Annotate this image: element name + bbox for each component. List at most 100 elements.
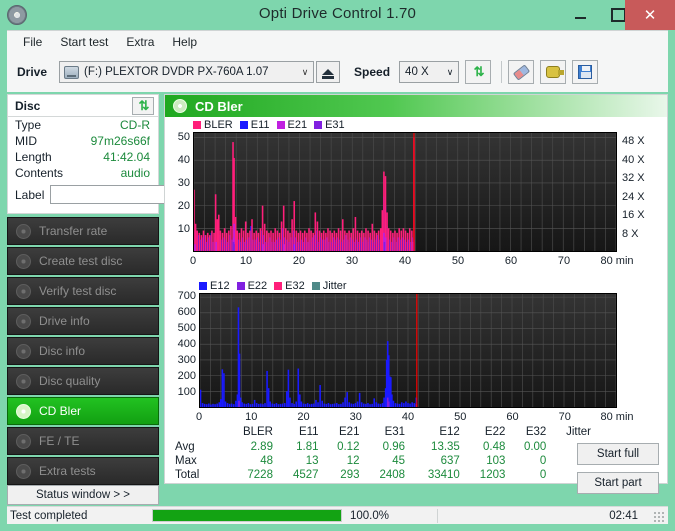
stats-table: BLER E11 E21 E31 E12 E22 E32 Jitter Avg … [167,425,597,482]
legend-entry-jitter: Jitter [311,280,347,292]
menu-item-help[interactable]: Help [163,33,206,51]
stats-col-e22: E22 [484,426,506,438]
drive-select[interactable]: (F:) PLEXTOR DVDR PX-760A 1.07 ∨ [59,61,315,83]
progress-percent: 100.0% [350,509,390,522]
right-axis-tick-label: 40 X [622,153,645,166]
erase-disc-button[interactable] [508,60,535,84]
sidebar-item-disc-quality[interactable]: Disc quality [7,367,159,395]
disc-label-key: Label [15,187,45,202]
speed-select-value: 40 X [405,66,429,78]
refresh-button[interactable]: ⇅ [465,60,492,84]
legend-label: Jitter [322,280,347,292]
legend-swatch-icon [314,121,323,129]
menu-item-file[interactable]: File [14,33,51,51]
chart-e12-plot-area: 100 200 300 400 500 600 700 0 10 20 30 40 50 60 70 80 m… [178,290,634,423]
x-tick-label: 80 min [600,255,634,267]
legend-entry-e21: E21 [276,119,307,131]
chart-bler-plot-area: 10 20 30 40 50 0 10 20 30 40 50 60 70 80 min 8 X 16 X 24… [178,131,645,267]
disc-row-type: Type CD-R [8,117,158,133]
y-tick-label: 300 [177,354,196,367]
stats-max-e12: 637 [440,455,460,467]
title-bar: Opti Drive Control 1.70 ✕ [0,0,675,30]
stats-max-e11: 13 [305,455,319,467]
menu-item-start-test[interactable]: Start test [51,33,117,51]
y-tick-label: 100 [177,386,196,399]
sidebar-item-transfer-rate[interactable]: Transfer rate [7,217,159,245]
legend-label: E31 [325,119,345,131]
y-tick-label: 500 [177,322,196,335]
drive-select-value: (F:) PLEXTOR DVDR PX-760A 1.07 [84,66,269,78]
start-part-button[interactable]: Start part [577,472,659,494]
table-row: Avg 2.89 1.81 0.12 0.96 13.35 0.48 0.00 … [167,440,597,454]
main-panel-header: CD Bler [165,95,667,117]
stats-total-e21: 293 [340,469,360,481]
stats-max-bler: 48 [260,455,273,467]
legend-swatch-icon [193,121,201,129]
y-tick-label: 200 [177,370,196,383]
status-window-button[interactable]: Status window > > [7,485,159,505]
legend-swatch-icon [276,121,285,129]
speed-select[interactable]: 40 X ∨ [399,61,460,83]
disc-icon [16,463,31,479]
legend-label: E12 [210,280,230,292]
sidebar-item-fe-te[interactable]: FE / TE [7,427,159,455]
disc-icon [16,373,31,389]
stats-total-e31: 2408 [379,469,406,481]
y-tick-label: 700 [177,290,196,303]
y-tick-label: 20 [177,199,190,212]
main-panel: CD Bler BLER E11 E21 E31 10 20 30 40 50 0 10 20 30 4… [164,94,668,494]
right-axis-tick-label: 48 X [622,135,645,148]
settings-button[interactable] [540,60,567,84]
start-full-button[interactable]: Start full [577,443,659,465]
save-button[interactable] [572,60,599,84]
close-button[interactable]: ✕ [625,0,675,30]
chevron-down-icon: ∨ [301,66,309,77]
drive-label: Drive [17,65,48,79]
sidebar-item-cd-bler[interactable]: CD Bler [7,397,159,425]
toolbar-divider [501,61,503,83]
progress-bar [152,509,342,522]
action-buttons: Start full Start part [577,443,659,501]
sidebar-item-label: Verify test disc [39,284,117,298]
chart-bler-canvas [193,132,617,252]
menu-item-extra[interactable]: Extra [117,33,163,51]
disc-icon [16,403,31,419]
sidebar-item-label: Create test disc [39,254,123,268]
disc-length-value: 41:42.04 [103,150,150,164]
stats-total-e22: 1203 [479,469,506,481]
x-tick-label: 10 [239,255,253,267]
sidebar-item-verify-test-disc[interactable]: Verify test disc [7,277,159,305]
floppy-save-icon [578,65,593,79]
chart-e12: E12 E22 E32 Jitter 100 200 300 400 500 600 700 0 10… [165,280,667,430]
y-tick-label: 10 [177,222,190,235]
eject-button[interactable] [316,61,341,83]
resize-grip-icon[interactable] [653,511,664,522]
table-row: Total 7228 4527 293 2408 33410 1203 0 [167,468,597,482]
sidebar-item-create-test-disc[interactable]: Create test disc [7,247,159,275]
drive-toolbar: Drive (F:) PLEXTOR DVDR PX-760A 1.07 ∨ S… [7,52,668,92]
sidebar-item-extra-tests[interactable]: Extra tests [7,457,159,485]
disc-icon [173,99,187,113]
stats-table-grid: BLER E11 E21 E31 E12 E22 E32 Jitter Avg … [167,425,597,482]
x-tick-label: 40 [401,411,415,423]
elapsed-time: 02:41 [609,509,638,522]
disc-mid-value: 97m26s66f [90,134,150,148]
right-axis-tick-label: 16 X [622,209,645,222]
stats-total-e32: 0 [539,469,547,481]
right-axis-tick-label: 32 X [622,172,645,185]
x-tick-label: 20 [297,411,310,423]
disc-refresh-button[interactable]: ⇅ [132,96,154,115]
legend-swatch-icon [236,282,245,290]
x-tick-label: 50 [454,411,467,423]
sidebar-item-drive-info[interactable]: Drive info [7,307,159,335]
sidebar-item-disc-info[interactable]: Disc info [7,337,159,365]
minimize-button[interactable] [561,0,599,30]
chevron-down-icon: ∨ [446,66,454,77]
menu-bar: File Start test Extra Help [7,30,668,52]
stats-col-jitter: Jitter [566,426,591,438]
x-tick-label: 40 [398,255,412,267]
stats-avg-e22: 0.48 [483,441,506,453]
disc-label-row: Label [8,181,218,205]
app-window: Opti Drive Control 1.70 ✕ File Start tes… [0,0,675,531]
minimize-icon [561,0,599,30]
